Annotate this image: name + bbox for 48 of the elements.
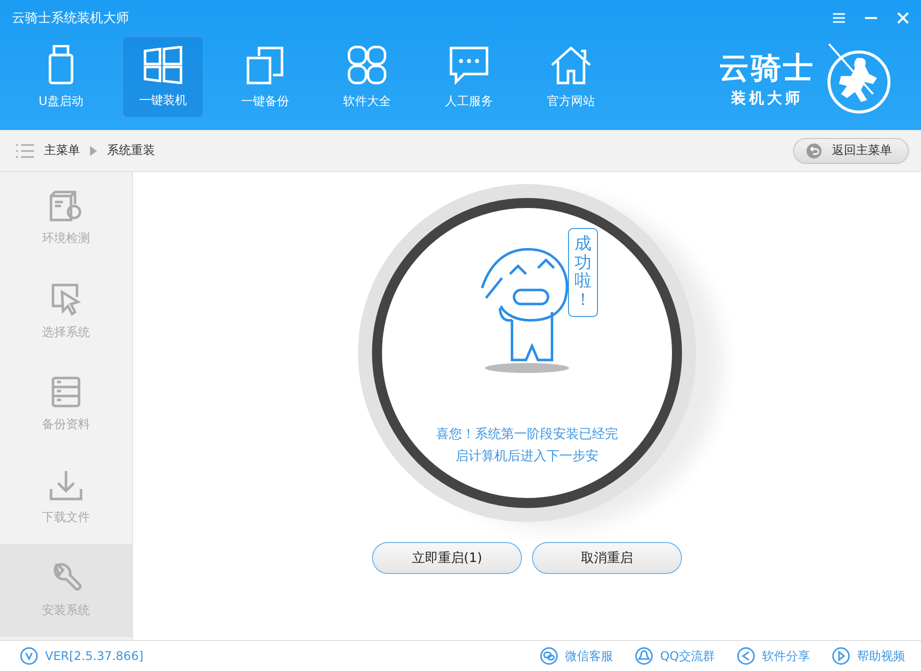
restart-button[interactable]: 立即重启(1): [372, 542, 522, 574]
menu-icon: [833, 13, 845, 23]
home-icon: [550, 44, 592, 84]
menu-button[interactable]: [831, 10, 847, 26]
nav-tab[interactable]: 人工服务: [428, 36, 510, 118]
share-icon: [737, 647, 755, 665]
minimize-icon: [865, 17, 877, 19]
copy-icon: [245, 44, 285, 84]
chat-icon: [448, 44, 490, 84]
breadcrumb-item: 系统重装: [107, 142, 155, 159]
sidebar-item[interactable]: 下载文件: [0, 451, 132, 544]
close-button[interactable]: [895, 10, 911, 26]
triangle-icon: [90, 146, 97, 156]
window-title: 云骑士系统装机大师: [12, 10, 129, 27]
success-message: 喜您！系统第一阶段安装已经完: [436, 426, 618, 444]
version-link[interactable]: VER[2.5.37.866]: [20, 647, 144, 665]
nav-tab[interactable]: 一键备份: [224, 36, 306, 118]
list-icon: [16, 144, 34, 158]
gear-box-icon: [49, 190, 83, 222]
logo-name: 云骑士: [719, 50, 815, 88]
close-icon: [897, 12, 909, 24]
windows-icon: [143, 46, 183, 84]
cancel-button[interactable]: 取消重启: [532, 542, 682, 574]
back-button[interactable]: 返回主菜单: [793, 138, 909, 164]
logo-tagline: 装机大师: [731, 89, 803, 108]
play-icon: [832, 647, 850, 665]
sidebar-item[interactable]: 备份资料: [0, 358, 132, 451]
usb-drive-icon: [48, 44, 74, 84]
footer-link[interactable]: 软件分享: [737, 647, 810, 665]
nav-tab[interactable]: U盘启动: [20, 36, 102, 118]
wechat-icon: [540, 647, 558, 665]
sidebar-item[interactable]: 环境检测: [0, 172, 132, 265]
nav-tab[interactable]: 一键装机: [122, 36, 204, 118]
footer-link[interactable]: QQ交流群: [635, 647, 715, 665]
success-message: 启计算机后进入下一步安: [456, 448, 598, 466]
cursor-icon: [50, 282, 82, 316]
footer-link[interactable]: 微信客服: [540, 647, 614, 665]
sidebar-item[interactable]: 安装系统: [0, 544, 132, 637]
bubble-text: 成功啦！: [574, 235, 592, 310]
nav-tab[interactable]: 官方网站: [530, 36, 612, 118]
server-icon: [51, 376, 81, 408]
nav-tab[interactable]: 软件大全: [326, 36, 408, 118]
download-icon: [49, 469, 83, 501]
sidebar-item[interactable]: 选择系统: [0, 265, 132, 358]
v-circle-icon: [20, 647, 38, 665]
grid-icon: [347, 44, 387, 84]
breadcrumb-item[interactable]: 主菜单: [44, 142, 80, 159]
footer-link[interactable]: 帮助视频: [832, 647, 905, 665]
